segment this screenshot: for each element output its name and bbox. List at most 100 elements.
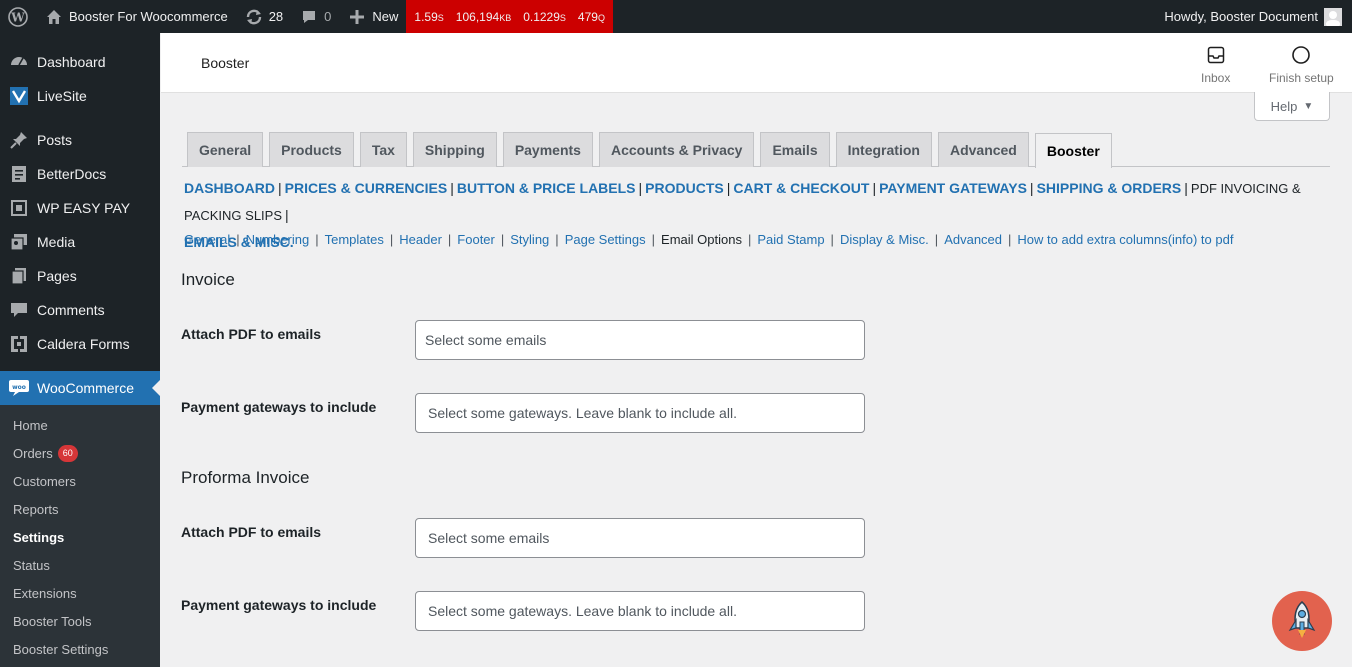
separator: | <box>315 232 319 247</box>
subsection-link-paid-stamp[interactable]: Paid Stamp <box>757 232 824 247</box>
submenu-item-status[interactable]: Status <box>0 551 160 579</box>
section-link-products[interactable]: PRODUCTS <box>645 180 724 196</box>
admin-sidebar: Dashboard LiveSite Posts BetterDocs WP E… <box>0 33 160 667</box>
subsection-link-footer[interactable]: Footer <box>457 232 495 247</box>
inbox-button[interactable]: Inbox <box>1201 43 1230 85</box>
section-link-shipping-orders[interactable]: SHIPPING & ORDERS <box>1037 180 1182 196</box>
submenu-label: Orders <box>13 445 53 461</box>
separator: | <box>447 232 452 247</box>
updates-icon <box>244 7 264 27</box>
woocommerce-submenu: Home Orders 60 Customers Reports Settings… <box>0 405 160 667</box>
section-link-prices-currencies[interactable]: PRICES & CURRENCIES <box>285 180 448 196</box>
section-link-payment-gateways[interactable]: PAYMENT GATEWAYS <box>879 180 1027 196</box>
sidebar-item-livesite[interactable]: LiveSite <box>0 79 160 113</box>
query-monitor-stats[interactable]: 1.59S 106,194KB 0.1229S 479Q <box>406 0 613 33</box>
separator: | <box>555 232 559 247</box>
sidebar-item-label: Pages <box>37 268 77 284</box>
tab-payments[interactable]: Payments <box>502 132 593 167</box>
submenu-label: Booster Settings <box>13 641 109 657</box>
tab-products[interactable]: Products <box>269 132 354 167</box>
proforma-gateways-select[interactable]: Select some gateways. Leave blank to inc… <box>415 591 865 631</box>
wordpress-icon: W <box>8 6 28 27</box>
tab-accounts-privacy[interactable]: Accounts & Privacy <box>598 132 755 167</box>
subsection-link-display-misc[interactable]: Display & Misc. <box>840 232 929 247</box>
submenu-item-booster-tools[interactable]: Booster Tools <box>0 607 160 635</box>
submenu-item-booster-settings[interactable]: Booster Settings <box>0 635 160 663</box>
proforma-gateways-placeholder: Select some gateways. Leave blank to inc… <box>428 603 737 619</box>
help-tab-button[interactable]: Help ▼ <box>1254 92 1330 121</box>
submenu-item-reports[interactable]: Reports <box>0 495 160 523</box>
invoice-emails-select[interactable]: Select some emails <box>415 320 865 360</box>
separator: | <box>1008 232 1012 247</box>
sidebar-item-label: Posts <box>37 132 73 148</box>
sidebar-item-pages[interactable]: Pages <box>0 259 160 293</box>
submenu-item-settings[interactable]: Settings <box>0 523 160 551</box>
avatar <box>1324 7 1342 26</box>
wordpress-logo-button[interactable]: W <box>0 0 36 33</box>
sidebar-item-betterdocs[interactable]: BetterDocs <box>0 157 160 191</box>
subsection-link-general[interactable]: General <box>184 232 230 247</box>
settings-tabs: General Products Tax Shipping Payments A… <box>182 132 1330 168</box>
tab-integration[interactable]: Integration <box>835 132 932 167</box>
user-account-menu[interactable]: Howdy, Booster Document <box>1164 7 1352 26</box>
sidebar-item-label: Dashboard <box>37 54 106 70</box>
docs-icon <box>9 164 29 184</box>
tab-shipping[interactable]: Shipping <box>412 132 497 167</box>
submenu-label: Home <box>13 417 48 433</box>
subsection-link-numbering[interactable]: Numbering <box>246 232 310 247</box>
comment-bubble-icon <box>299 7 319 27</box>
separator: | <box>638 180 643 196</box>
help-label: Help <box>1270 98 1298 114</box>
subsection-link-styling[interactable]: Styling <box>510 232 549 247</box>
sidebar-item-label: Caldera Forms <box>37 336 130 352</box>
qm-time: 1.59S <box>414 9 444 24</box>
subsection-link-templates[interactable]: Templates <box>325 232 384 247</box>
invoice-gateways-select[interactable]: Select some gateways. Leave blank to inc… <box>415 393 865 433</box>
sidebar-item-posts[interactable]: Posts <box>0 123 160 157</box>
tab-advanced[interactable]: Advanced <box>937 132 1029 167</box>
page-title: Booster <box>201 55 250 71</box>
subsection-link-advanced[interactable]: Advanced <box>944 232 1002 247</box>
sidebar-item-label: LiveSite <box>37 88 87 104</box>
separator: | <box>450 180 454 196</box>
submenu-item-customers[interactable]: Customers <box>0 467 160 495</box>
sidebar-item-media[interactable]: Media <box>0 225 160 259</box>
submenu-label: Booster Tools <box>13 613 92 629</box>
separator: | <box>389 232 394 247</box>
subsection-link-extra-columns-help[interactable]: How to add extra columns(info) to pdf <box>1017 232 1233 247</box>
sidebar-item-woocommerce[interactable]: woo WooCommerce <box>0 371 160 405</box>
tab-general[interactable]: General <box>187 132 264 167</box>
sidebar-item-comments[interactable]: Comments <box>0 293 160 327</box>
subsection-link-page-settings[interactable]: Page Settings <box>565 232 646 247</box>
submenu-item-orders[interactable]: Orders 60 <box>0 439 160 467</box>
section-link-dashboard[interactable]: DASHBOARD <box>184 180 275 196</box>
media-icon <box>9 232 29 252</box>
comments-link[interactable]: 0 <box>291 0 339 33</box>
subsection-link-header[interactable]: Header <box>399 232 442 247</box>
proforma-emails-select[interactable]: Select some emails <box>415 518 865 558</box>
invoice-emails-placeholder: Select some emails <box>425 332 547 348</box>
submenu-item-home[interactable]: Home <box>0 411 160 439</box>
sidebar-item-wp-easy-pay[interactable]: WP EASY PAY <box>0 191 160 225</box>
tab-booster[interactable]: Booster <box>1034 133 1112 168</box>
updates-link[interactable]: 28 <box>236 0 291 33</box>
subsection-current-email-options: Email Options <box>661 232 742 247</box>
new-content-link[interactable]: New <box>339 0 406 33</box>
section-link-cart-checkout[interactable]: CART & CHECKOUT <box>733 180 869 196</box>
tab-tax[interactable]: Tax <box>359 132 407 167</box>
pages-icon <box>9 266 29 286</box>
sidebar-item-label: WooCommerce <box>37 380 134 396</box>
orders-count-badge: 60 <box>57 444 78 462</box>
sidebar-item-caldera-forms[interactable]: Caldera Forms <box>0 327 160 361</box>
qm-queries: 479Q <box>577 9 605 24</box>
site-name-link[interactable]: Booster For Woocommerce <box>36 0 236 33</box>
sidebar-item-dashboard[interactable]: Dashboard <box>0 45 160 79</box>
separator: | <box>872 180 877 196</box>
submenu-item-extensions[interactable]: Extensions <box>0 579 160 607</box>
finish-setup-button[interactable]: Finish setup <box>1269 43 1334 85</box>
booster-launcher-button[interactable] <box>1272 591 1332 651</box>
updates-count: 28 <box>268 9 284 24</box>
invoice-heading: Invoice <box>181 270 235 289</box>
tab-emails[interactable]: Emails <box>760 132 830 167</box>
section-link-button-price-labels[interactable]: BUTTON & PRICE LABELS <box>457 180 636 196</box>
